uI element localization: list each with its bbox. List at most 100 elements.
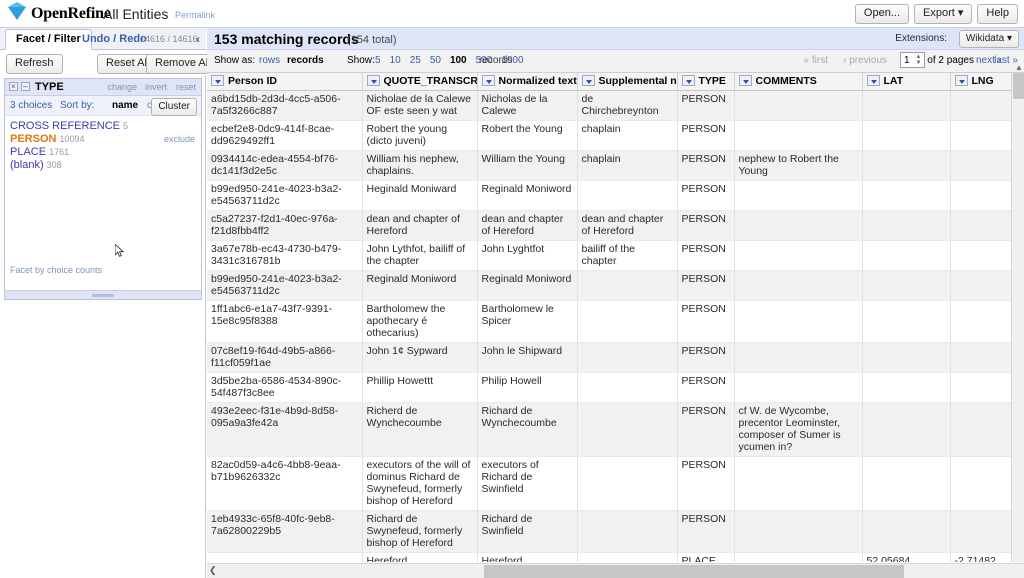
table-cell-quote[interactable]: William his nephew, chaplains.: [362, 150, 478, 181]
horizontal-scrollbar[interactable]: ❮: [207, 563, 1024, 578]
table-cell-supp[interactable]: dean and chapter of Hereford: [577, 210, 678, 241]
show-count-option[interactable]: 25: [410, 55, 421, 66]
table-cell-quote[interactable]: Heginald Moniward: [362, 180, 478, 211]
vertical-scrollbar[interactable]: ▲: [1011, 63, 1024, 562]
table-cell-norm[interactable]: Robert the Young: [477, 120, 578, 151]
table-cell-type[interactable]: PERSON: [677, 180, 735, 211]
table-column-header[interactable]: QUOTE_TRANSCRIPTION: [362, 73, 478, 91]
help-button[interactable]: Help: [977, 4, 1018, 24]
facet-by-choice-counts-link[interactable]: Facet by choice counts: [10, 265, 102, 275]
table-cell-id[interactable]: 1eb4933c-65f8-40fc-9eb8-7a62800229b5: [207, 510, 363, 553]
table-cell-comments[interactable]: [734, 240, 863, 271]
table-cell-type[interactable]: PERSON: [677, 300, 735, 343]
table-cell-lat[interactable]: [862, 240, 951, 271]
table-row[interactable]: 82ac0d59-a4c6-4bb8-9eaa-b71b9626332c exec…: [207, 456, 1024, 511]
table-row[interactable]: 3d5be2ba-6586-4534-890c-54f487f3c8ee Phil…: [207, 372, 1024, 403]
column-menu-icon[interactable]: [866, 75, 880, 87]
facet-choice-exclude-link[interactable]: exclude: [164, 134, 195, 144]
facet-resize-handle[interactable]: [5, 290, 201, 299]
table-cell-norm[interactable]: Richard de Wynchecoumbe: [477, 402, 578, 457]
table-cell-lat[interactable]: [862, 456, 951, 511]
table-cell-quote[interactable]: executors of the will of dominus Richard…: [362, 456, 478, 511]
cluster-button[interactable]: Cluster: [151, 98, 197, 116]
table-row[interactable]: 3a67e78b-ec43-4730-b479-3431c316781b John…: [207, 240, 1024, 271]
facet-choice-label[interactable]: (blank): [10, 159, 44, 171]
table-column-header[interactable]: LAT: [862, 73, 951, 91]
show-count-option[interactable]: 10: [390, 55, 401, 66]
table-cell-id[interactable]: 0934414c-edea-4554-bf76-dc141f3d2e5c: [207, 150, 363, 181]
table-row[interactable]: 1ff1abc6-e1a7-43f7-9391-15e8c95f8388 Bart…: [207, 300, 1024, 343]
facet-reset-link[interactable]: reset: [176, 82, 196, 92]
table-cell-supp[interactable]: bailiff of the chapter: [577, 240, 678, 271]
table-cell-quote[interactable]: dean and chapter of Hereford: [362, 210, 478, 241]
table-cell-lat[interactable]: [862, 90, 951, 121]
table-cell-comments[interactable]: cf W. de Wycombe, precentor Leominster, …: [734, 402, 863, 457]
table-cell-lat[interactable]: [862, 342, 951, 373]
table-cell-supp[interactable]: chaplain: [577, 120, 678, 151]
table-cell-comments[interactable]: [734, 180, 863, 211]
table-cell-norm[interactable]: John Lyghtfot: [477, 240, 578, 271]
page-previous-link[interactable]: ‹ previous: [843, 55, 887, 66]
table-cell-quote[interactable]: John Lythfot, bailiff of the chapter: [362, 240, 478, 271]
table-column-header[interactable]: Normalized text: [477, 73, 578, 91]
table-cell-lat[interactable]: [862, 402, 951, 457]
table-cell-lat[interactable]: [862, 300, 951, 343]
table-cell-norm[interactable]: Philip Howell: [477, 372, 578, 403]
table-cell-lat[interactable]: [862, 210, 951, 241]
table-cell-id[interactable]: c5a27237-f2d1-40ec-976a-f21d8fbb4ff2: [207, 210, 363, 241]
facet-choice-row[interactable]: (blank) 308: [5, 159, 201, 172]
table-cell-norm[interactable]: William the Young: [477, 150, 578, 181]
column-menu-icon[interactable]: [481, 75, 495, 87]
table-cell-id[interactable]: a6bd15db-2d3d-4cc5-a506-7a5f3266c887: [207, 90, 363, 121]
table-cell-lat[interactable]: [862, 150, 951, 181]
table-cell-id[interactable]: ecbef2e8-0dc9-414f-8cae-dd9629492ff1: [207, 120, 363, 151]
table-cell-lat[interactable]: [862, 270, 951, 301]
table-cell-type[interactable]: PERSON: [677, 510, 735, 553]
scroll-up-icon[interactable]: ▲: [1015, 63, 1023, 72]
table-cell-quote[interactable]: John 1¢ Sypward: [362, 342, 478, 373]
tab-facet-filter[interactable]: Facet / Filter: [5, 29, 92, 50]
permalink-link[interactable]: Permalink: [175, 10, 215, 20]
table-column-header[interactable]: Person ID: [207, 73, 363, 91]
data-table-container[interactable]: Person ID QUOTE_TRANSCRIPTION Normalized t…: [207, 73, 1024, 562]
table-cell-comments[interactable]: [734, 342, 863, 373]
facet-change-link[interactable]: change: [107, 82, 137, 92]
table-cell-lat[interactable]: [862, 120, 951, 151]
show-count-option[interactable]: 50: [430, 55, 441, 66]
show-as-rows-link[interactable]: rows: [259, 55, 280, 66]
table-cell-quote[interactable]: Bartholomew the apothecary é othecarius): [362, 300, 478, 343]
facet-close-icon[interactable]: ×: [9, 82, 18, 91]
table-cell-supp[interactable]: chaplain: [577, 150, 678, 181]
facet-choice-label[interactable]: PERSON: [10, 133, 56, 145]
table-cell-norm[interactable]: Nicholas de la Calewe: [477, 90, 578, 121]
table-row[interactable]: c5a27237-f2d1-40ec-976a-f21d8fbb4ff2 dean…: [207, 210, 1024, 241]
table-row[interactable]: Hereford Hereford PLACE 52.05684 -2.71482: [207, 552, 1024, 562]
facet-choice-label[interactable]: CROSS REFERENCE: [10, 120, 120, 132]
table-cell-supp[interactable]: [577, 270, 678, 301]
facet-choice-row[interactable]: PLACE 1761: [5, 146, 201, 159]
facet-minimize-icon[interactable]: –: [21, 82, 30, 91]
table-cell-supp[interactable]: [577, 372, 678, 403]
vertical-scrollbar-thumb[interactable]: [1013, 73, 1024, 99]
table-row[interactable]: 07c8ef19-f64d-49b5-a866-f11cf059f1ae John…: [207, 342, 1024, 373]
table-cell-quote[interactable]: Reginald Moniword: [362, 270, 478, 301]
facet-choice-row[interactable]: CROSS REFERENCE 5: [5, 120, 201, 133]
table-cell-quote[interactable]: Richerd de Wynchecoumbe: [362, 402, 478, 457]
column-menu-icon[interactable]: [738, 75, 752, 87]
table-row[interactable]: 1eb4933c-65f8-40fc-9eb8-7a62800229b5 Rich…: [207, 510, 1024, 553]
tab-undo-redo[interactable]: Undo / Redo: [82, 33, 147, 45]
table-cell-type[interactable]: PERSON: [677, 342, 735, 373]
table-cell-id[interactable]: 493e2eec-f31e-4b9d-8d58-095a9a3fe42a: [207, 402, 363, 457]
facet-invert-link[interactable]: invert: [145, 82, 167, 92]
table-cell-quote[interactable]: Nicholae de la Calewe OF este seen y wat: [362, 90, 478, 121]
table-cell-type[interactable]: PERSON: [677, 270, 735, 301]
table-cell-type[interactable]: PLACE: [677, 552, 735, 562]
table-cell-norm[interactable]: dean and chapter of Hereford: [477, 210, 578, 241]
table-cell-comments[interactable]: [734, 270, 863, 301]
table-cell-comments[interactable]: [734, 372, 863, 403]
table-column-header[interactable]: COMMENTS: [734, 73, 863, 91]
table-cell-quote[interactable]: Hereford: [362, 552, 478, 562]
table-cell-supp[interactable]: [577, 342, 678, 373]
export-button[interactable]: Export ▾: [914, 4, 973, 24]
table-cell-comments[interactable]: [734, 456, 863, 511]
